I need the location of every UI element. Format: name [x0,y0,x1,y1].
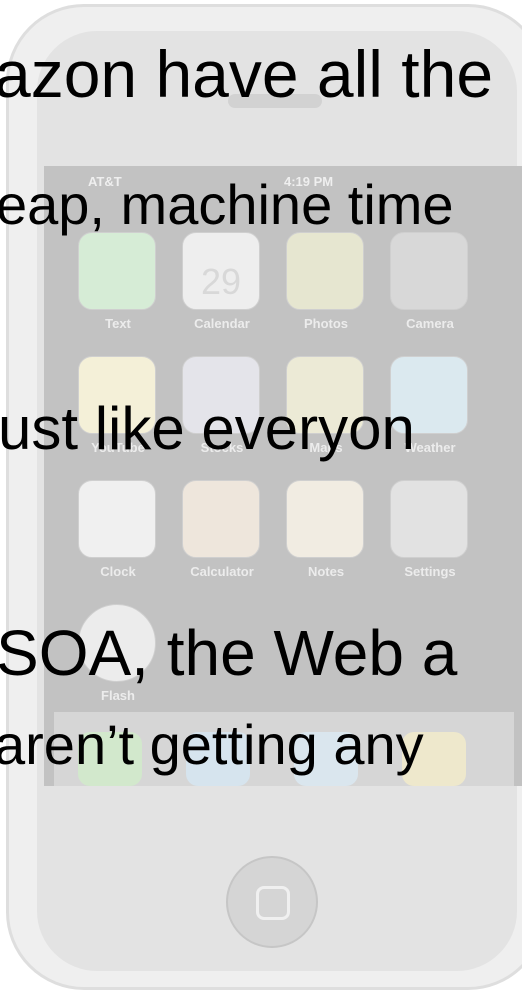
app-label: Text [105,316,131,331]
app-calendar[interactable]: 29 Calendar [182,232,262,331]
home-square-icon [256,886,290,920]
sunflower-icon [286,232,364,310]
slide-line-1: azon have all the [0,37,494,111]
notes-icon [286,480,364,558]
calendar-icon: 29 [182,232,260,310]
slide-line-3: ust like everyon [0,395,415,462]
camera-icon [390,232,468,310]
app-calculator[interactable]: Calculator [182,480,262,579]
app-photos[interactable]: Photos [286,232,366,331]
app-label: Clock [100,564,136,579]
app-camera[interactable]: Camera [390,232,470,331]
slide-line-4: SOA, the Web a [0,617,458,689]
sms-icon [78,232,156,310]
app-clock[interactable]: Clock [78,480,158,579]
app-label: Flash [101,688,135,703]
app-settings[interactable]: Settings [390,480,470,579]
slide-line-5: aren’t getting any [0,713,424,776]
app-label: Calendar [194,316,250,331]
app-notes[interactable]: Notes [286,480,366,579]
app-text[interactable]: Text [78,232,158,331]
clock-icon [78,480,156,558]
settings-icon [390,480,468,558]
home-button[interactable] [226,856,318,948]
app-label: Photos [303,316,349,331]
calculator-icon [182,480,260,558]
app-label: Calculator [190,564,254,579]
calendar-day: 29 [200,261,242,302]
app-label: Notes [307,564,345,579]
app-label: Settings [404,564,456,579]
app-label: Camera [406,316,454,331]
slide-line-2: eap, machine time [0,173,454,236]
phone-screen: AT&T 4:19 PM Text 29 Calendar Photos Cam… [44,166,522,786]
